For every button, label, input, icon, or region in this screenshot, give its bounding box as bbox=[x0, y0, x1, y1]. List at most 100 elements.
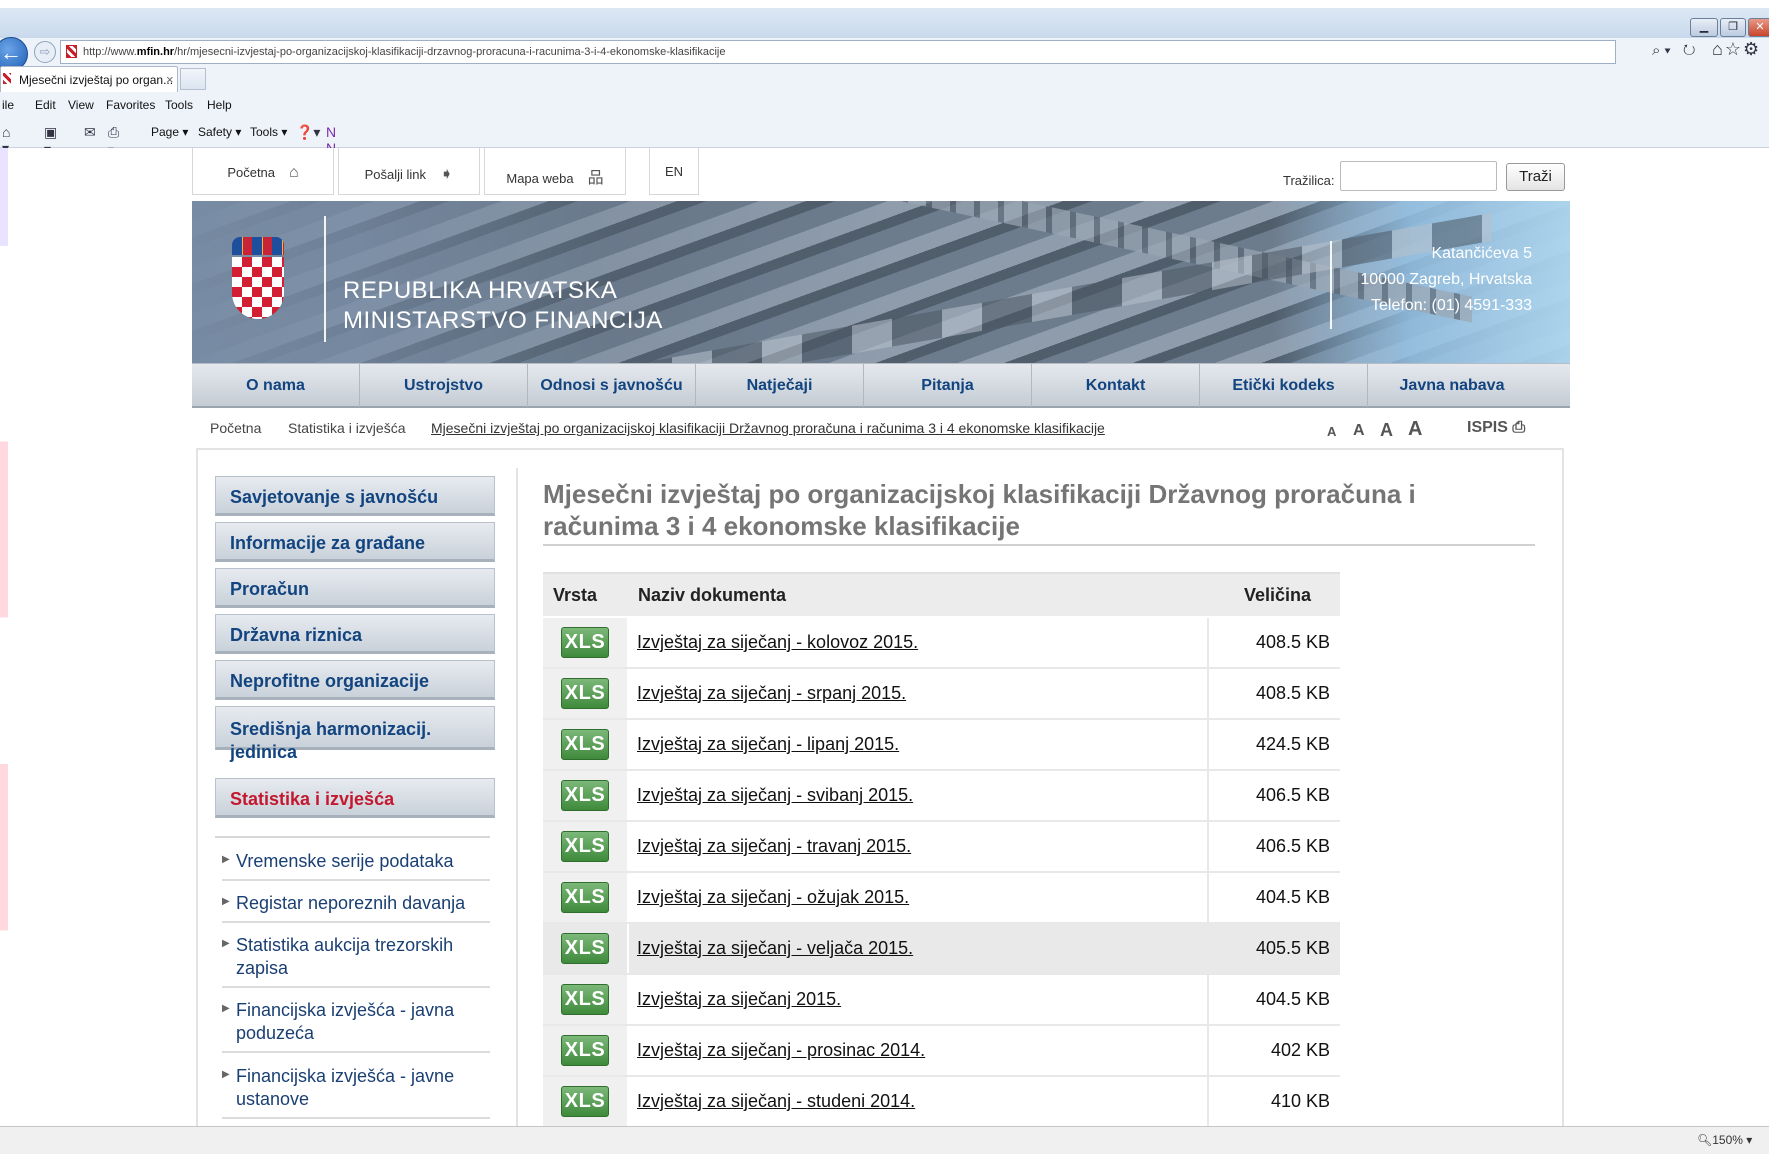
table-row[interactable]: XLS Izvještaj za siječanj 2015. 404.5 KB bbox=[543, 974, 1340, 1026]
document-link[interactable]: Izvještaj za siječanj - kolovoz 2015. bbox=[637, 632, 918, 652]
submenu-label: Financijska izvješća - javne ustanove bbox=[236, 1066, 455, 1109]
font-size-medium[interactable]: A bbox=[1353, 422, 1365, 440]
xls-file-icon[interactable]: XLS bbox=[561, 933, 609, 964]
nav-o-nama[interactable]: O nama bbox=[192, 364, 360, 407]
cell-type: XLS bbox=[543, 1076, 629, 1126]
menu-file[interactable]: ile bbox=[2, 98, 14, 112]
nav-natjecaji[interactable]: Natječaji bbox=[696, 364, 864, 407]
table-row[interactable]: XLS Izvještaj za siječanj - kolovoz 2015.… bbox=[543, 617, 1340, 669]
menu-favorites[interactable]: Favorites bbox=[106, 98, 155, 112]
xls-file-icon[interactable]: XLS bbox=[561, 780, 609, 811]
home-favorites-settings-icon[interactable]: ⌂☆⚙ bbox=[1712, 39, 1761, 60]
cell-size: 405.5 KB bbox=[1208, 923, 1340, 975]
table-row[interactable]: XLS Izvještaj za siječanj - ožujak 2015. 4… bbox=[543, 872, 1340, 924]
page-menu[interactable]: Page ▾ bbox=[151, 125, 188, 139]
tools-menu[interactable]: Tools ▾ bbox=[250, 125, 287, 139]
mail-icon[interactable]: ✉ bbox=[84, 124, 96, 141]
cell-size: 410 KB bbox=[1208, 1076, 1340, 1126]
table-row[interactable]: XLS Izvještaj za siječanj - veljača 2015.… bbox=[543, 923, 1340, 975]
restore-button[interactable]: ❐ bbox=[1720, 18, 1746, 37]
tab-current[interactable]: Mjesečni izvještaj po organ... × bbox=[0, 66, 178, 92]
table-row[interactable]: XLS Izvještaj za siječanj - travanj 2015.… bbox=[543, 821, 1340, 873]
breadcrumb-section[interactable]: Statistika i izvješća bbox=[288, 420, 405, 436]
language-link[interactable]: EN bbox=[649, 148, 699, 195]
cell-name: Izvještaj za siječanj - ožujak 2015. bbox=[628, 872, 1209, 924]
close-window-button[interactable]: ✕ bbox=[1748, 18, 1769, 37]
sidebar-item-drzavna-riznica[interactable]: Državna riznica bbox=[215, 614, 495, 654]
sidebar-item-harmonizacija[interactable]: Središnja harmonizacij. jedinica bbox=[215, 706, 495, 762]
print-link[interactable]: ISPIS ⎙ bbox=[1467, 419, 1525, 437]
font-size-large[interactable]: A bbox=[1380, 420, 1393, 441]
document-link[interactable]: Izvještaj za siječanj - travanj 2015. bbox=[637, 836, 911, 856]
status-bar: 🔍︎150% ▾ bbox=[0, 1126, 1769, 1154]
submenu-item-aukcije[interactable]: ▶ Statistika aukcija trezorskih zapisa bbox=[222, 934, 490, 988]
document-link[interactable]: Izvještaj za siječanj - studeni 2014. bbox=[637, 1091, 915, 1111]
nav-pitanja[interactable]: Pitanja bbox=[864, 364, 1032, 407]
table-row[interactable]: XLS Izvještaj za siječanj - svibanj 2015.… bbox=[543, 770, 1340, 822]
table-row[interactable]: XLS Izvještaj za siječanj - prosinac 2014… bbox=[543, 1025, 1340, 1077]
submenu-item-registar[interactable]: ▶ Registar neporeznih davanja bbox=[222, 892, 490, 923]
table-row[interactable]: XLS Izvještaj za siječanj - studeni 2014.… bbox=[543, 1076, 1340, 1126]
send-link[interactable]: Pošalji link ➧ bbox=[338, 148, 480, 195]
zoom-level[interactable]: 🔍︎150% ▾ bbox=[1697, 1133, 1752, 1147]
sidebar-item-proracun[interactable]: Proračun bbox=[215, 568, 495, 608]
cell-size: 404.5 KB bbox=[1208, 872, 1340, 924]
document-link[interactable]: Izvještaj za siječanj - veljača 2015. bbox=[637, 938, 913, 958]
breadcrumb-home[interactable]: Početna bbox=[210, 420, 261, 436]
document-link[interactable]: Izvještaj za siječanj - srpanj 2015. bbox=[637, 683, 906, 703]
sitemap-link[interactable]: Mapa weba 品 bbox=[484, 148, 626, 195]
table-row[interactable]: XLS Izvještaj za siječanj - lipanj 2015. 4… bbox=[543, 719, 1340, 771]
submenu-item-javne-ustanove[interactable]: ▶ Financijska izvješća - javne ustanove bbox=[222, 1065, 490, 1119]
search-input[interactable] bbox=[1340, 161, 1497, 191]
xls-file-icon[interactable]: XLS bbox=[561, 627, 609, 658]
chevron-right-icon: ▶ bbox=[222, 1069, 230, 1080]
tab-title: Mjesečni izvještaj po organ... bbox=[19, 73, 174, 87]
nav-ustrojstvo[interactable]: Ustrojstvo bbox=[360, 364, 528, 407]
safety-menu[interactable]: Safety ▾ bbox=[198, 125, 241, 139]
send-link-label: Pošalji link bbox=[364, 167, 426, 182]
nav-kontakt[interactable]: Kontakt bbox=[1032, 364, 1200, 407]
search-refresh-icon[interactable]: ⌕▾ ↻ bbox=[1652, 42, 1700, 59]
xls-file-icon[interactable]: XLS bbox=[561, 1086, 609, 1117]
sidebar-item-neprofitne[interactable]: Neprofitne organizacije bbox=[215, 660, 495, 700]
xls-file-icon[interactable]: XLS bbox=[561, 984, 609, 1015]
xls-file-icon[interactable]: XLS bbox=[561, 729, 609, 760]
document-link[interactable]: Izvještaj za siječanj - ožujak 2015. bbox=[637, 887, 909, 907]
xls-file-icon[interactable]: XLS bbox=[561, 831, 609, 862]
xls-file-icon[interactable]: XLS bbox=[561, 1035, 609, 1066]
document-link[interactable]: Izvještaj za siječanj 2015. bbox=[637, 989, 841, 1009]
search-button[interactable]: Traži bbox=[1506, 163, 1565, 191]
table-row[interactable]: XLS Izvještaj za siječanj - srpanj 2015. 4… bbox=[543, 668, 1340, 720]
tab-close-icon[interactable]: × bbox=[166, 72, 174, 87]
breadcrumb-current[interactable]: Mjesečni izvještaj po organizacijskoj kl… bbox=[431, 420, 1105, 436]
help-icon[interactable]: ❓▾ bbox=[296, 124, 320, 141]
submenu-item-vremenske-serije[interactable]: ▶ Vremenske serije podataka bbox=[222, 850, 490, 881]
address-url: http://www.mfin.hr/hr/mjesecni-izvjestaj… bbox=[83, 46, 725, 58]
cell-size: 404.5 KB bbox=[1208, 974, 1340, 1026]
url-path: /hr/mjesecni-izvjestaj-po-organizacijsko… bbox=[174, 46, 726, 58]
sidebar-item-savjetovanje[interactable]: Savjetovanje s javnošću bbox=[215, 476, 495, 516]
menu-tools[interactable]: Tools bbox=[165, 98, 193, 112]
minimize-button[interactable]: ▁ bbox=[1690, 18, 1718, 37]
font-size-small[interactable]: A bbox=[1327, 424, 1336, 439]
forward-button[interactable]: ⇨ bbox=[34, 41, 56, 63]
menu-help[interactable]: Help bbox=[207, 98, 232, 112]
chevron-right-icon: ▶ bbox=[222, 896, 230, 907]
document-link[interactable]: Izvještaj za siječanj - svibanj 2015. bbox=[637, 785, 913, 805]
xls-file-icon[interactable]: XLS bbox=[561, 678, 609, 709]
document-link[interactable]: Izvještaj za siječanj - lipanj 2015. bbox=[637, 734, 899, 754]
font-size-xlarge[interactable]: A bbox=[1408, 418, 1422, 441]
xls-file-icon[interactable]: XLS bbox=[561, 882, 609, 913]
document-link[interactable]: Izvještaj za siječanj - prosinac 2014. bbox=[637, 1040, 925, 1060]
new-tab-button[interactable] bbox=[180, 68, 206, 90]
menu-edit[interactable]: Edit bbox=[35, 98, 56, 112]
nav-javna-nabava[interactable]: Javna nabava bbox=[1368, 364, 1536, 407]
submenu-item-javna-poduzeca[interactable]: ▶ Financijska izvješća - javna poduzeća bbox=[222, 999, 490, 1053]
address-bar[interactable]: http://www.mfin.hr/hr/mjesecni-izvjestaj… bbox=[60, 40, 1616, 64]
nav-odnosi-s-javnoscu[interactable]: Odnosi s javnošću bbox=[528, 364, 696, 407]
menu-view[interactable]: View bbox=[68, 98, 94, 112]
sidebar-item-statistika[interactable]: Statistika i izvješća bbox=[215, 778, 495, 818]
nav-eticki-kodeks[interactable]: Etički kodeks bbox=[1200, 364, 1368, 407]
home-link[interactable]: Početna ⌂ bbox=[192, 148, 334, 195]
sidebar-item-informacije[interactable]: Informacije za građane bbox=[215, 522, 495, 562]
